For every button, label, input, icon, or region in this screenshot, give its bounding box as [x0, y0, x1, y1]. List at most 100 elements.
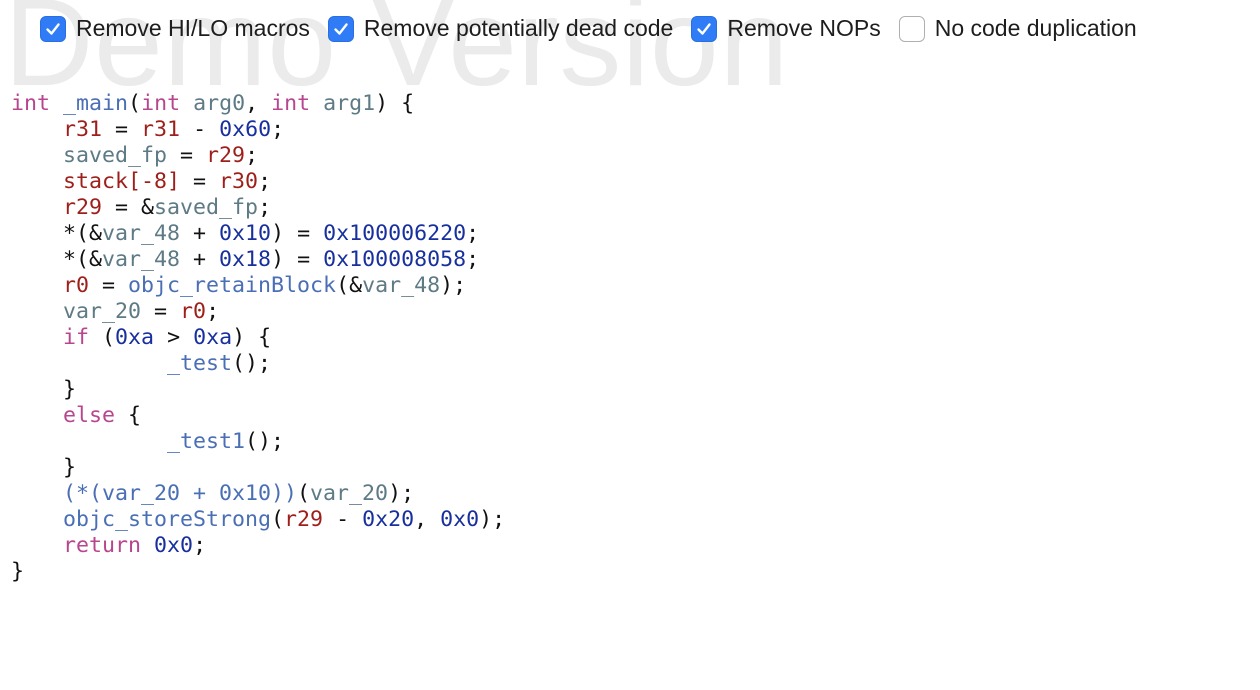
- number-token: 0x20: [362, 507, 415, 532]
- option-remove-potentially-dead-code[interactable]: Remove potentially dead code: [327, 15, 673, 42]
- plain-token: >: [154, 325, 194, 350]
- number-token: 0xa: [193, 325, 233, 350]
- variable-token: var_20: [310, 481, 389, 506]
- plain-token: ) {: [375, 91, 415, 116]
- pseudocode-view[interactable]: int _main(int arg0, int arg1) { r31 = r3…: [11, 91, 505, 585]
- keyword-token: else: [63, 403, 116, 428]
- option-no-code-duplication[interactable]: No code duplication: [898, 15, 1137, 42]
- plain-token: );: [388, 481, 415, 506]
- function-token: objc_storeStrong: [63, 507, 272, 532]
- code-line: var_20 = r0;: [11, 299, 505, 325]
- register-token: r30: [219, 169, 259, 194]
- checkbox-no-code-duplication[interactable]: [898, 15, 925, 42]
- plain-token: (: [297, 481, 311, 506]
- plain-token: ) =: [271, 221, 324, 246]
- plain-token: ;: [271, 117, 285, 142]
- plain-token: =: [141, 299, 181, 324]
- variable-token: saved_fp: [154, 195, 259, 220]
- keyword-token: int: [11, 91, 51, 116]
- code-line: saved_fp = r29;: [11, 143, 505, 169]
- number-token: 0x18: [219, 247, 272, 272]
- code-line: }: [11, 559, 505, 585]
- register-token: r0: [180, 299, 207, 324]
- plain-token: = &: [102, 195, 155, 220]
- plain-token: (: [89, 325, 116, 350]
- code-line: objc_storeStrong(r29 - 0x20, 0x0);: [11, 507, 505, 533]
- register-token: r29: [63, 195, 103, 220]
- number-token: 0x0: [440, 507, 480, 532]
- checkbox-remove-potentially-dead-code[interactable]: [327, 15, 354, 42]
- code-line: else {: [11, 403, 505, 429]
- plain-token: ;: [258, 169, 272, 194]
- keyword-token: return: [63, 533, 142, 558]
- plain-token: ,: [414, 507, 441, 532]
- plain-token: =: [102, 117, 142, 142]
- option-label: Remove HI/LO macros: [76, 15, 310, 41]
- code-line: *(&var_48 + 0x18) = 0x100008058;: [11, 247, 505, 273]
- register-token: r29: [206, 143, 246, 168]
- plain-token: -: [323, 507, 363, 532]
- plain-token: =: [180, 169, 220, 194]
- plain-token: );: [440, 273, 467, 298]
- register-token: r0: [63, 273, 90, 298]
- variable-token: var_48: [102, 247, 181, 272]
- number-token: 0x0: [154, 533, 194, 558]
- function-token: (*(var_20 + 0x10)): [63, 481, 298, 506]
- function-token: _test: [167, 351, 233, 376]
- register-token: r31: [141, 117, 181, 142]
- variable-token: arg0: [193, 91, 246, 116]
- option-remove-hi-lo-macros[interactable]: Remove HI/LO macros: [40, 15, 310, 42]
- option-label: No code duplication: [934, 15, 1137, 41]
- plain-token: }: [11, 559, 25, 584]
- plain-token: ;: [206, 299, 220, 324]
- plain-token: ();: [232, 351, 272, 376]
- code-line: r31 = r31 - 0x60;: [11, 117, 505, 143]
- option-remove-nops[interactable]: Remove NOPs: [691, 15, 881, 42]
- code-line: r0 = objc_retainBlock(&var_48);: [11, 273, 505, 299]
- checkbox-remove-nops[interactable]: [691, 15, 718, 42]
- code-line: int _main(int arg0, int arg1) {: [11, 91, 505, 117]
- plain-token: ) {: [232, 325, 272, 350]
- plain-token: ,: [245, 91, 272, 116]
- variable-token: var_20: [63, 299, 142, 324]
- plain-token: ;: [258, 195, 272, 220]
- code-line: r29 = &saved_fp;: [11, 195, 505, 221]
- code-line: return 0x0;: [11, 533, 505, 559]
- variable-token: var_48: [102, 221, 181, 246]
- number-token: 0x10: [219, 221, 272, 246]
- plain-token: }: [11, 455, 77, 480]
- variable-token: arg1: [323, 91, 376, 116]
- plain-token: );: [479, 507, 506, 532]
- plain-token: +: [180, 247, 220, 272]
- plain-token: ) =: [271, 247, 324, 272]
- number-token: 0x100006220: [323, 221, 467, 246]
- option-label: Remove NOPs: [727, 15, 881, 41]
- function-token: _test1: [167, 429, 246, 454]
- plain-token: =: [89, 273, 129, 298]
- code-line: _test1();: [11, 429, 505, 455]
- code-line: stack[-8] = r30;: [11, 169, 505, 195]
- function-token: _main: [63, 91, 129, 116]
- number-token: 0x100008058: [323, 247, 467, 272]
- keyword-token: if: [63, 325, 90, 350]
- variable-token: var_48: [362, 273, 441, 298]
- checkbox-remove-hi-lo-macros[interactable]: [40, 15, 66, 42]
- code-line: if (0xa > 0xa) {: [11, 325, 505, 351]
- plain-token: (&: [336, 273, 363, 298]
- plain-token: ();: [245, 429, 285, 454]
- plain-token: (: [128, 91, 142, 116]
